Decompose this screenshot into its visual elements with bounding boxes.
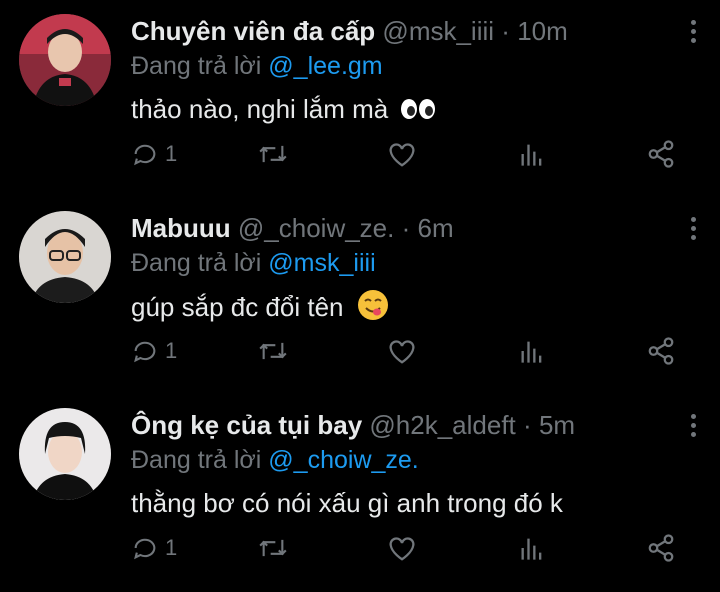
like-button[interactable] bbox=[387, 331, 417, 371]
tweet-text: thảo nào, nghi lắm mà bbox=[131, 92, 436, 128]
tweet-header: Mabuuu @_choiw_ze. · 6m bbox=[131, 211, 660, 245]
tweet[interactable]: Ông kẹ của tụi bay @h2k_aldeft · 5m Đang… bbox=[0, 394, 720, 591]
display-name[interactable]: Ông kẹ của tụi bay bbox=[131, 410, 362, 440]
reply-icon bbox=[134, 538, 156, 560]
like-icon bbox=[389, 143, 415, 167]
tweet-text-content: gúp sắp đc đổi tên bbox=[131, 291, 344, 322]
avatar[interactable] bbox=[19, 14, 111, 106]
separator: · bbox=[523, 410, 532, 440]
avatar[interactable] bbox=[19, 408, 111, 500]
replying-to: Đang trả lời @msk_iiii bbox=[131, 247, 376, 279]
retweet-icon bbox=[259, 145, 287, 163]
user-handle[interactable]: @msk_iiii bbox=[382, 16, 494, 46]
replying-to-handle[interactable]: @_choiw_ze. bbox=[268, 446, 418, 474]
like-button[interactable] bbox=[387, 528, 417, 568]
tweet[interactable]: Mabuuu @_choiw_ze. · 6m Đang trả lời @ms… bbox=[0, 197, 720, 394]
more-icon[interactable] bbox=[690, 217, 698, 243]
timestamp[interactable]: 6m bbox=[418, 213, 454, 243]
reply-button[interactable]: 1 bbox=[131, 528, 177, 568]
analytics-button[interactable] bbox=[519, 528, 545, 568]
replying-to-label: Đang trả lời bbox=[131, 446, 262, 474]
retweet-button[interactable] bbox=[256, 331, 290, 371]
share-icon bbox=[648, 534, 674, 562]
reply-icon bbox=[134, 144, 156, 166]
tweet-text: gúp sắp đc đổi tên bbox=[131, 289, 389, 329]
share-button[interactable] bbox=[646, 528, 676, 568]
reply-icon bbox=[134, 341, 156, 363]
like-icon bbox=[389, 340, 415, 364]
analytics-icon bbox=[521, 538, 542, 560]
retweet-button[interactable] bbox=[256, 134, 290, 174]
tweet-header: Chuyên viên đa cấp @msk_iiii · 10m bbox=[131, 14, 660, 48]
retweet-icon bbox=[259, 342, 287, 360]
tweet-text: thằng bơ có nói xấu gì anh trong đó k bbox=[131, 486, 563, 520]
tweet[interactable]: Chuyên viên đa cấp @msk_iiii · 10m Đang … bbox=[0, 0, 720, 197]
analytics-button[interactable] bbox=[519, 134, 545, 174]
timestamp[interactable]: 10m bbox=[517, 16, 568, 46]
replying-to: Đang trả lời @_lee.gm bbox=[131, 50, 383, 82]
tweet-header: Ông kẹ của tụi bay @h2k_aldeft · 5m bbox=[131, 408, 660, 442]
retweet-icon bbox=[259, 539, 287, 557]
retweet-button[interactable] bbox=[256, 528, 290, 568]
replying-to: Đang trả lời @_choiw_ze. bbox=[131, 444, 419, 476]
more-icon[interactable] bbox=[690, 414, 698, 440]
replying-to-handle[interactable]: @msk_iiii bbox=[268, 249, 375, 277]
more-icon[interactable] bbox=[690, 20, 698, 46]
like-icon bbox=[389, 537, 415, 561]
separator: · bbox=[501, 16, 510, 46]
timestamp[interactable]: 5m bbox=[539, 410, 575, 440]
tweet-actions: 1 bbox=[131, 134, 691, 174]
share-button[interactable] bbox=[646, 331, 676, 371]
separator: · bbox=[401, 213, 411, 243]
analytics-icon bbox=[521, 144, 542, 166]
reply-button[interactable]: 1 bbox=[131, 134, 177, 174]
share-button[interactable] bbox=[646, 134, 676, 174]
reply-count: 1 bbox=[165, 141, 178, 166]
tweet-actions: 1 bbox=[131, 528, 691, 568]
analytics-button[interactable] bbox=[519, 331, 545, 371]
user-handle[interactable]: @_choiw_ze. bbox=[238, 213, 394, 243]
like-button[interactable] bbox=[387, 134, 417, 174]
analytics-icon bbox=[521, 341, 542, 363]
display-name[interactable]: Mabuuu bbox=[131, 213, 231, 243]
share-icon bbox=[648, 337, 674, 365]
tweet-text-content: thảo nào, nghi lắm mà bbox=[131, 94, 389, 124]
reply-button[interactable]: 1 bbox=[131, 331, 177, 371]
yum-face-emoji bbox=[357, 289, 389, 329]
share-icon bbox=[648, 140, 674, 168]
reply-count: 1 bbox=[165, 338, 178, 363]
tweet-text-content: thằng bơ có nói xấu gì anh trong đó k bbox=[131, 488, 563, 518]
user-handle[interactable]: @h2k_aldeft bbox=[369, 410, 515, 440]
display-name[interactable]: Chuyên viên đa cấp bbox=[131, 16, 375, 46]
eyes-emoji bbox=[400, 94, 436, 128]
replying-to-label: Đang trả lời bbox=[131, 52, 262, 80]
replying-to-label: Đang trả lời bbox=[131, 249, 262, 277]
avatar[interactable] bbox=[19, 211, 111, 303]
reply-count: 1 bbox=[165, 535, 178, 560]
replying-to-handle[interactable]: @_lee.gm bbox=[268, 52, 382, 80]
tweet-actions: 1 bbox=[131, 331, 691, 371]
